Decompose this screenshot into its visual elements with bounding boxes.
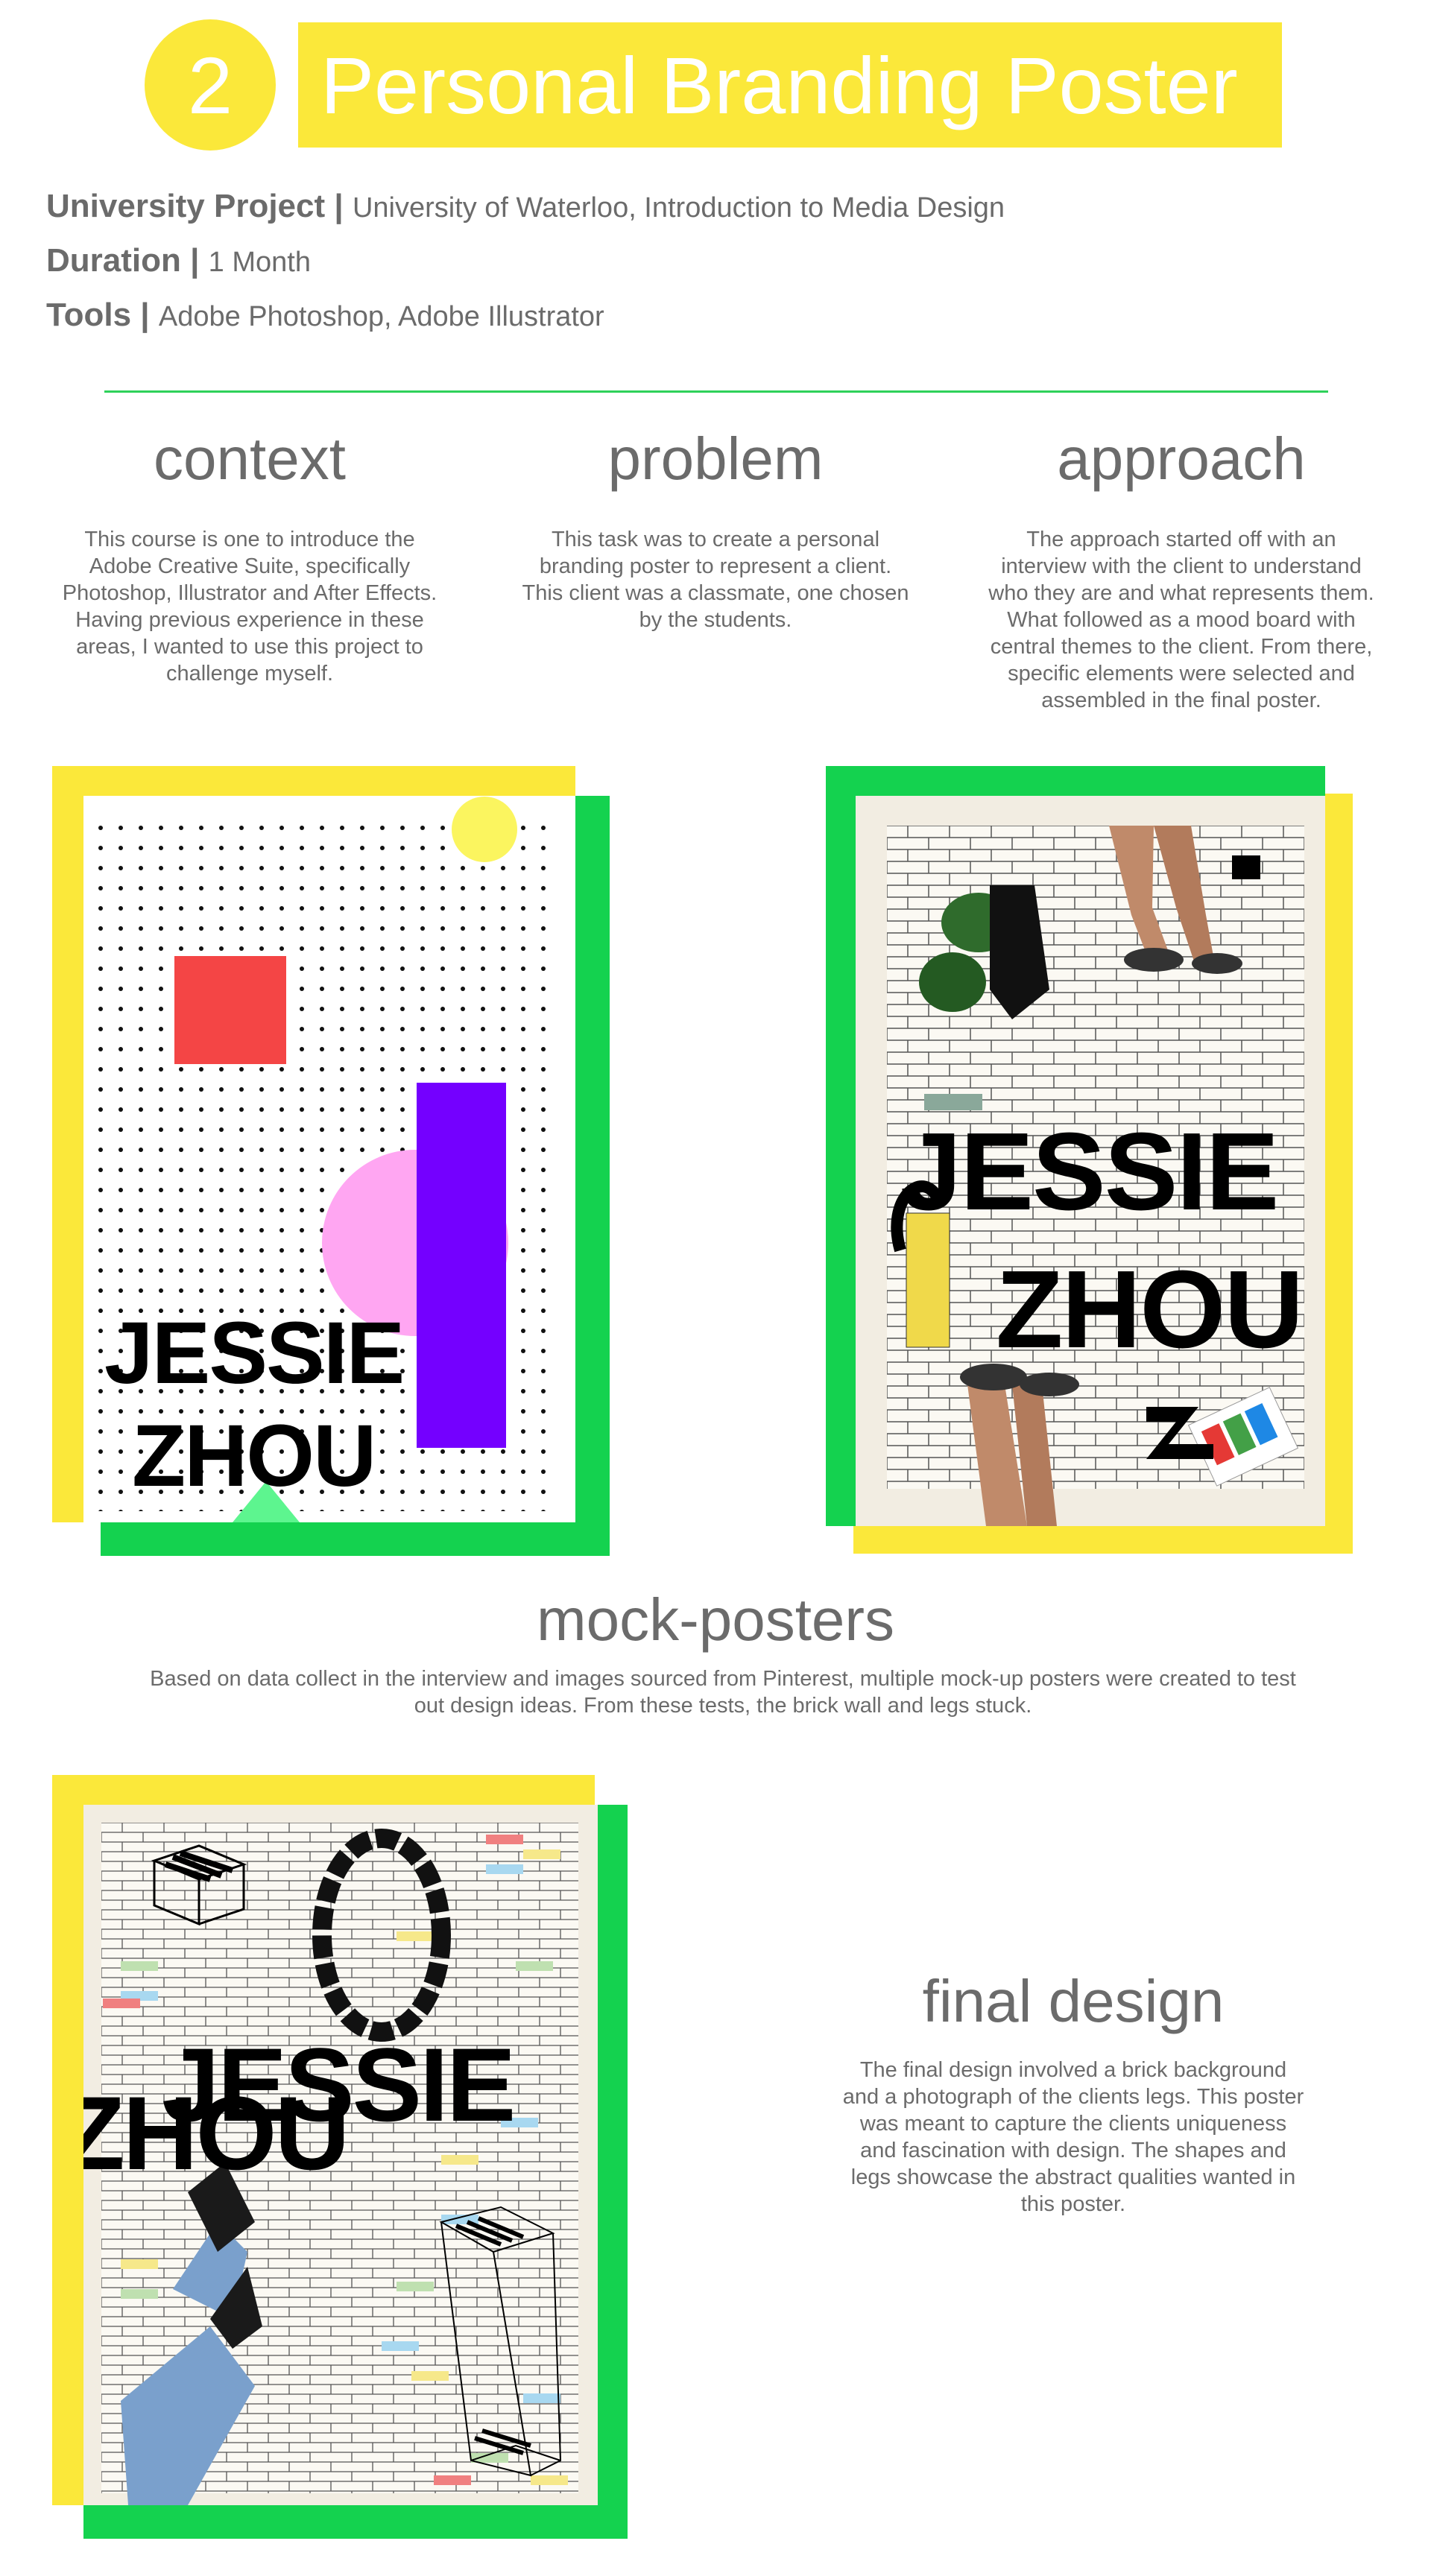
colored-brick <box>523 2393 560 2403</box>
meta-project-value: University of Waterloo, Introduction to … <box>352 192 1005 224</box>
mock-posters-heading: mock-posters <box>536 1586 895 1653</box>
problem-text: This task was to create a personal brand… <box>522 528 909 632</box>
colored-brick <box>382 2341 419 2351</box>
poster1-name-last: ZHOU <box>132 1407 376 1505</box>
yellow-circle <box>452 797 517 862</box>
page-title: Personal Branding Poster <box>320 39 1238 130</box>
muted-block <box>924 1094 982 1110</box>
section-number-badge: 2 <box>145 19 276 151</box>
colored-brick <box>121 2289 158 2299</box>
mock-poster-dots: JESSIE ZHOU <box>83 796 575 1522</box>
sneaker-bottom-right <box>1020 1373 1079 1396</box>
context-text: This course is one to introduce the Adob… <box>62 528 437 686</box>
problem-heading: problem <box>607 425 824 492</box>
poster2-name-last: ZHOU <box>996 1248 1304 1371</box>
approach-text: The approach started off with an intervi… <box>988 528 1374 712</box>
meta-duration: Duration | 1 Month <box>46 242 311 279</box>
black-square <box>1232 855 1260 879</box>
green-divider <box>104 390 1328 393</box>
meta-project: University Project | University of Water… <box>46 188 1005 225</box>
plant-leaf-bottom <box>919 952 986 1012</box>
colored-brick <box>486 1864 523 1874</box>
colored-brick <box>397 1931 434 1941</box>
approach-heading: approach <box>1057 425 1306 492</box>
poster1-name-first: JESSIE <box>104 1304 405 1402</box>
final-design-text: The final design involved a brick backgr… <box>842 2058 1304 2216</box>
colored-brick <box>486 1835 523 1844</box>
meta-duration-label: Duration <box>46 242 181 279</box>
meta-project-label: University Project <box>46 188 326 224</box>
meta-separator: | <box>140 297 150 333</box>
final-design-heading: final design <box>922 1968 1225 2034</box>
colored-brick <box>121 1961 158 1971</box>
section-number: 2 <box>187 39 233 130</box>
colored-brick <box>411 2371 449 2381</box>
mock-posters-text: Based on data collect in the interview a… <box>150 1667 1296 1718</box>
purple-bar <box>417 1083 506 1448</box>
title-banner: Personal Branding Poster <box>298 22 1282 148</box>
meta-tools-value: Adobe Photoshop, Adobe Illustrator <box>158 301 604 332</box>
sneaker-top-right <box>1192 953 1242 974</box>
sneaker-top-left <box>1124 948 1184 972</box>
final-name-last: ZHOU <box>83 2075 350 2192</box>
red-square <box>174 956 286 1064</box>
poster2-name-first: JESSIE <box>900 1110 1279 1233</box>
mock-poster-brick: JESSIE ZHOU <box>856 796 1325 1526</box>
meta-separator: | <box>190 242 200 279</box>
colored-brick <box>434 2475 471 2485</box>
final-poster: JESSIE ZHOU <box>83 1805 598 2505</box>
colored-brick <box>531 2475 568 2485</box>
colored-brick <box>121 2259 158 2269</box>
colored-brick <box>523 1849 560 1859</box>
colored-brick <box>516 1961 553 1971</box>
meta-tools-label: Tools <box>46 297 132 333</box>
colored-brick <box>397 2282 434 2291</box>
meta-tools: Tools | Adobe Photoshop, Adobe Illustrat… <box>46 297 604 334</box>
colored-brick <box>441 2155 478 2165</box>
context-heading: context <box>154 425 346 492</box>
meta-separator: | <box>334 188 344 224</box>
meta-duration-value: 1 Month <box>208 247 311 278</box>
colored-brick <box>103 1999 140 2008</box>
